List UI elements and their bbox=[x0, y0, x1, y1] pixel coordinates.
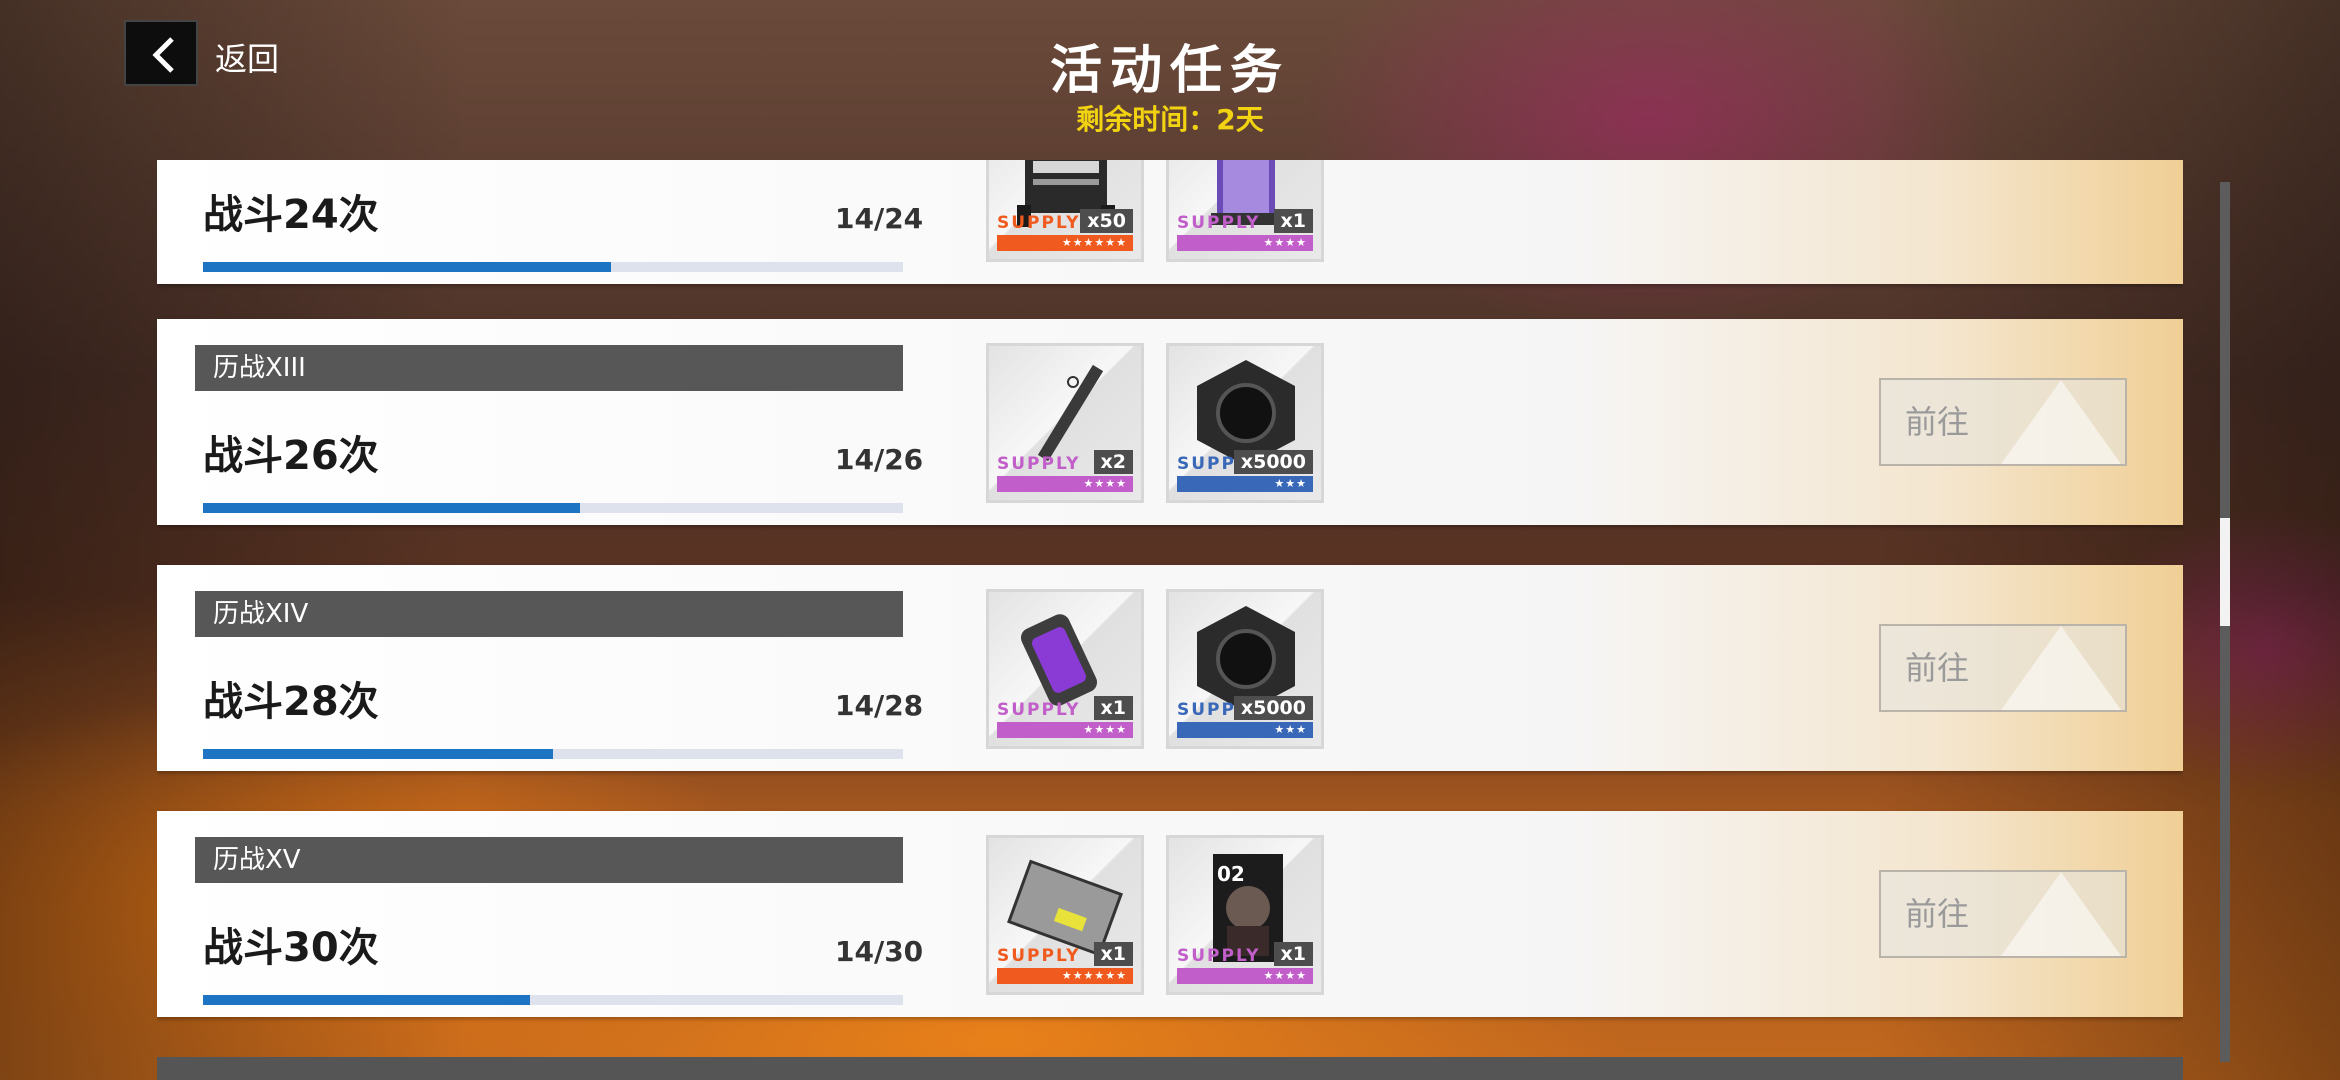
task-tag: 历战XV bbox=[195, 837, 903, 883]
reward-item[interactable]: SUPPLY x50 ★★★★★★ bbox=[986, 160, 1144, 262]
goto-label: 前往 bbox=[1905, 649, 1970, 687]
supply-label: SUPPLY bbox=[1177, 946, 1261, 966]
reward-item[interactable]: SUPPLY x5000 ★★★ bbox=[1166, 589, 1324, 749]
rarity-bar: ★★★ bbox=[1177, 476, 1313, 492]
progress-fill bbox=[203, 262, 612, 272]
goto-button[interactable]: 前往 bbox=[1879, 624, 2127, 712]
rarity-bar: ★★★ bbox=[1177, 722, 1313, 738]
task-title: 战斗28次 bbox=[203, 679, 379, 725]
progress-fill bbox=[203, 503, 580, 513]
rarity-bar: ★★★★★★ bbox=[997, 968, 1133, 984]
page-title: 活动任务 bbox=[1049, 41, 1290, 101]
chevron-left-icon bbox=[152, 37, 174, 73]
goto-label: 前往 bbox=[1905, 895, 1970, 933]
task-title: 战斗26次 bbox=[203, 433, 379, 479]
progress-bar bbox=[203, 262, 903, 272]
rarity-bar: ★★★★ bbox=[997, 722, 1133, 738]
reward-item[interactable]: SUPPLY x1 ★★★★ bbox=[1166, 160, 1324, 262]
reward-item[interactable]: SUPPLY x1 ★★★★★★ bbox=[986, 835, 1144, 995]
goto-button[interactable]: 前往 bbox=[1879, 870, 2127, 958]
task-card: 历战XIII 战斗26次 14/26 SUPPLY x2 ★★★★ SUPPLY… bbox=[157, 319, 2183, 525]
card-number: 02 bbox=[1217, 862, 1245, 886]
reward-quantity: x1 bbox=[1273, 942, 1313, 966]
reward-quantity: x50 bbox=[1080, 209, 1133, 233]
reward-item[interactable]: 02 SUPPLY x1 ★★★★ bbox=[1166, 835, 1324, 995]
reward-quantity: x5000 bbox=[1233, 696, 1313, 720]
task-progress-text: 14/24 bbox=[835, 202, 924, 235]
goto-button[interactable]: 前往 bbox=[1879, 378, 2127, 466]
goto-label: 前往 bbox=[1905, 403, 1970, 441]
reward-item[interactable]: SUPPLY x1 ★★★★ bbox=[986, 589, 1144, 749]
task-card: 战斗24次 14/24 SUPPLY x50 ★★★★★★ SUPPLY x1 … bbox=[157, 160, 2183, 284]
rarity-bar: ★★★★★★ bbox=[997, 235, 1133, 251]
reward-quantity: x1 bbox=[1273, 209, 1313, 233]
scrollbar-thumb[interactable] bbox=[2220, 518, 2230, 626]
reward-quantity: x1 bbox=[1093, 696, 1133, 720]
supply-label: SUPPLY bbox=[997, 946, 1081, 966]
task-list[interactable]: 战斗24次 14/24 SUPPLY x50 ★★★★★★ SUPPLY x1 … bbox=[157, 160, 2183, 1080]
progress-bar bbox=[203, 749, 903, 759]
reward-quantity: x5000 bbox=[1233, 450, 1313, 474]
progress-bar bbox=[203, 995, 903, 1005]
supply-label: SUPPLY bbox=[997, 213, 1081, 233]
task-progress-text: 14/30 bbox=[835, 935, 924, 968]
task-title: 战斗24次 bbox=[203, 192, 379, 238]
progress-fill bbox=[203, 749, 553, 759]
remaining-time: 剩余时间：2天 bbox=[1076, 103, 1264, 136]
task-card-next bbox=[157, 1057, 2183, 1080]
back-button[interactable] bbox=[124, 20, 198, 86]
rarity-bar: ★★★★ bbox=[1177, 968, 1313, 984]
supply-label: SUPPLY bbox=[997, 454, 1081, 474]
task-tag: 历战XIII bbox=[195, 345, 903, 391]
task-tag: 历战XIV bbox=[195, 591, 903, 637]
reward-item[interactable]: SUPPLY x2 ★★★★ bbox=[986, 343, 1144, 503]
progress-fill bbox=[203, 995, 530, 1005]
task-card: 历战XV 战斗30次 14/30 SUPPLY x1 ★★★★★★ 02 SUP… bbox=[157, 811, 2183, 1017]
task-progress-text: 14/26 bbox=[835, 443, 924, 476]
task-progress-text: 14/28 bbox=[835, 689, 924, 722]
rarity-bar: ★★★★ bbox=[997, 476, 1133, 492]
supply-label: SUPPLY bbox=[997, 700, 1081, 720]
reward-quantity: x2 bbox=[1093, 450, 1133, 474]
task-card: 历战XIV 战斗28次 14/28 SUPPLY x1 ★★★★ SUPPLY … bbox=[157, 565, 2183, 771]
reward-quantity: x1 bbox=[1093, 942, 1133, 966]
progress-bar bbox=[203, 503, 903, 513]
supply-label: SUPPLY bbox=[1177, 213, 1261, 233]
reward-item[interactable]: SUPPLY x5000 ★★★ bbox=[1166, 343, 1324, 503]
back-label[interactable]: 返回 bbox=[215, 34, 279, 80]
task-title: 战斗30次 bbox=[203, 925, 379, 971]
rarity-bar: ★★★★ bbox=[1177, 235, 1313, 251]
